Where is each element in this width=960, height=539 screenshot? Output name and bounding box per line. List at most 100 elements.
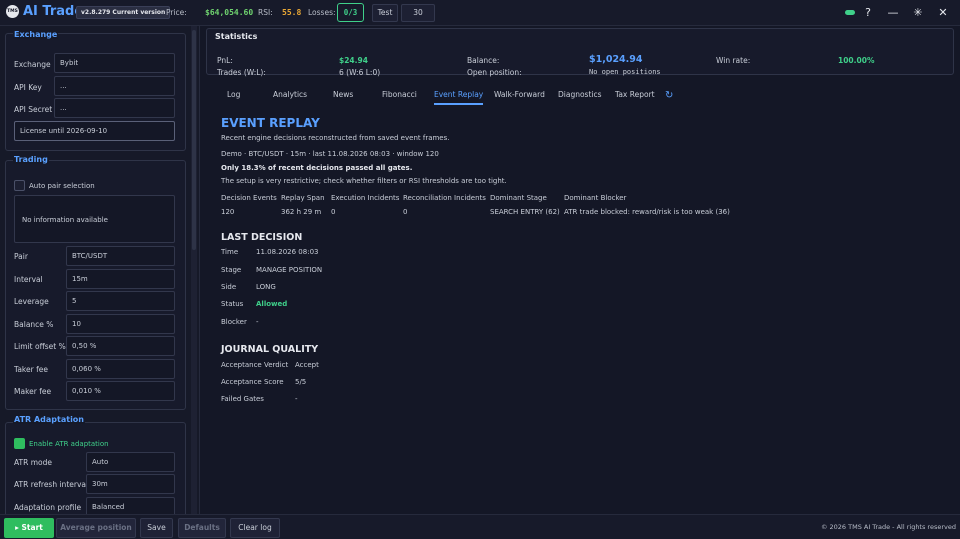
tab-walk-forward[interactable]: Walk-Forward [494, 90, 545, 103]
balance-value: $1,024.94 [589, 54, 643, 65]
table-header-replay-span: Replay Span [281, 194, 325, 202]
replay-context: Demo · BTC/USDT · 15m · last 11.08.2026 … [221, 150, 439, 158]
table-header-reconciliation-incidents: Reconciliation Incidents [403, 194, 486, 202]
atr-mode-field[interactable]: Auto [86, 452, 175, 472]
table-cell-dominant-blocker: ATR trade blocked: reward/risk is too we… [564, 208, 730, 216]
pair-field[interactable]: BTC/USDT [66, 246, 175, 266]
api-secret-field[interactable]: ... [54, 98, 175, 118]
table-cell-decision-events: 120 [221, 208, 235, 216]
last-decision-time-label: Time [221, 248, 239, 256]
tab-fibonacci[interactable]: Fibonacci [382, 90, 417, 103]
journal-quality-heading: JOURNAL QUALITY [221, 344, 319, 355]
atr-refresh-field[interactable]: 30m [86, 474, 175, 494]
exchange-field[interactable]: Bybit [54, 53, 175, 73]
interval-label: Interval [14, 275, 43, 284]
atr-group-title: ATR Adaptation [13, 415, 85, 424]
statistics-panel: Statistics PnL: $24.94 Trades (W:L): 6 (… [206, 28, 954, 77]
failed-gates-value: - [295, 395, 298, 403]
acceptance-verdict-value: Accept [295, 361, 319, 369]
adaptation-profile-field[interactable]: Balanced [86, 497, 175, 514]
table-cell-reconciliation-incidents: 0 [403, 208, 408, 216]
table-header-decision-events: Decision Events [221, 194, 277, 202]
atr-refresh-label: ATR refresh interval [14, 480, 89, 489]
tab-event-replay[interactable]: Event Replay [434, 90, 484, 105]
event-replay-heading: EVENT REPLAY [221, 116, 320, 130]
auto-pair-checkbox[interactable] [14, 180, 25, 191]
exchange-label: Exchange [14, 60, 51, 69]
atr-mode-label: ATR mode [14, 458, 52, 467]
statistics-title: Statistics [215, 32, 258, 41]
open-position-value: No open positions [589, 68, 661, 76]
balance-percent-field[interactable]: 10 [66, 314, 175, 334]
interval-field[interactable]: 15m [66, 269, 175, 289]
pair-label: Pair [14, 252, 28, 261]
minimize-icon[interactable]: — [884, 4, 902, 22]
auto-pair-label: Auto pair selection [29, 182, 95, 190]
last-decision-side-value: LONG [256, 283, 276, 291]
test-value-field[interactable]: 30 [401, 4, 435, 22]
maximize-icon[interactable]: ✳ [909, 4, 927, 22]
replay-subtitle: Recent engine decisions reconstructed fr… [221, 134, 450, 142]
price-value: $64,054.60 [205, 8, 254, 17]
table-header-dominant-blocker: Dominant Blocker [564, 194, 627, 202]
exchange-group-title: Exchange [13, 30, 59, 39]
trades-value: 6 (W:6 L:0) [339, 68, 381, 77]
price-label: Price: [166, 8, 187, 17]
pair-info-box: No information available [14, 195, 175, 243]
losses-counter: 0/3 [337, 3, 364, 22]
enable-atr-checkbox[interactable] [14, 438, 25, 449]
api-secret-label: API Secret [14, 105, 53, 114]
license-field[interactable]: License until 2026-09-10 [14, 121, 175, 141]
limit-offset-field[interactable]: 0,50 % [66, 336, 175, 356]
failed-gates-label: Failed Gates [221, 395, 264, 403]
last-decision-time-value: 11.08.2026 08:03 [256, 248, 319, 256]
api-key-label: API Key [14, 83, 42, 92]
adaptation-profile-label: Adaptation profile [14, 503, 82, 512]
refresh-icon[interactable]: ↻ [665, 90, 673, 101]
enable-atr-label: Enable ATR adaptation [29, 440, 109, 448]
taker-fee-field[interactable]: 0,060 % [66, 359, 175, 379]
taker-fee-label: Taker fee [14, 365, 48, 374]
app-title: AI Trade [23, 4, 84, 19]
sidebar-scrollbar-thumb[interactable] [192, 30, 196, 250]
help-icon[interactable]: ? [859, 4, 877, 22]
version-badge: v2.8.279 Current version [76, 6, 171, 19]
tab-bar: Log Analytics News Fibonacci Event Repla… [201, 86, 960, 106]
defaults-button[interactable]: Defaults [178, 518, 226, 538]
table-cell-replay-span: 362 h 29 m [281, 208, 322, 216]
rsi-value: 55.8 [282, 8, 302, 17]
save-button[interactable]: Save [140, 518, 173, 538]
tab-diagnostics[interactable]: Diagnostics [558, 90, 602, 103]
tab-log[interactable]: Log [227, 90, 240, 103]
title-bar: TMS AI Trade v2.8.279 Current version Pr… [0, 0, 960, 26]
close-icon[interactable]: ✕ [934, 4, 952, 22]
test-button[interactable]: Test [372, 4, 398, 22]
app-logo: TMS [6, 5, 19, 18]
copyright-text: © 2026 TMS AI Trade - All rights reserve… [820, 523, 956, 531]
maker-fee-field[interactable]: 0,010 % [66, 381, 175, 401]
start-button[interactable]: ▸ Start [4, 518, 54, 538]
leverage-field[interactable]: 5 [66, 291, 175, 311]
winrate-label: Win rate: [716, 56, 751, 65]
gates-summary: Only 18.3% of recent decisions passed al… [221, 164, 413, 172]
tab-tax-report[interactable]: Tax Report [615, 90, 655, 103]
table-header-execution-incidents: Execution Incidents [331, 194, 400, 202]
clear-log-button[interactable]: Clear log [230, 518, 280, 538]
limit-offset-label: Limit offset % [14, 342, 66, 351]
losses-label: Losses: [308, 8, 336, 17]
last-decision-status-label: Status [221, 300, 244, 308]
connection-toggle[interactable] [845, 10, 855, 15]
winrate-value: 100.00% [838, 56, 875, 65]
pnl-label: PnL: [217, 56, 233, 65]
acceptance-score-value: 5/5 [295, 378, 307, 386]
table-header-dominant-stage: Dominant Stage [490, 194, 547, 202]
open-position-label: Open position: [467, 68, 522, 77]
tab-analytics[interactable]: Analytics [273, 90, 307, 103]
api-key-field[interactable]: ... [54, 76, 175, 96]
last-decision-blocker-label: Blocker [221, 318, 247, 326]
pnl-value: $24.94 [339, 56, 368, 65]
average-position-button[interactable]: Average position [56, 518, 136, 538]
tab-news[interactable]: News [333, 90, 353, 103]
main-panel: Statistics PnL: $24.94 Trades (W:L): 6 (… [201, 26, 960, 514]
last-decision-blocker-value: - [256, 318, 259, 326]
